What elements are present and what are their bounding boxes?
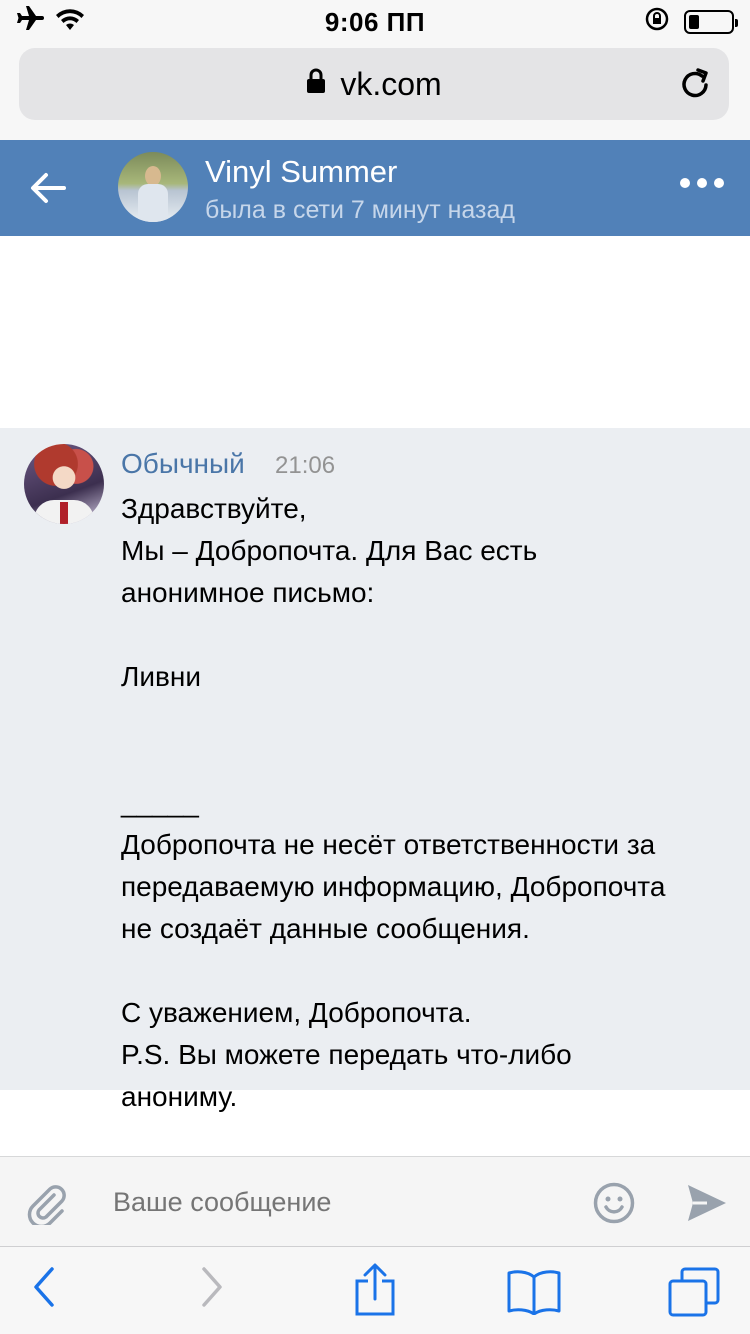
message-history: Обычный 21:06 Здравствуйте, Мы – Добропоч… bbox=[0, 236, 750, 1156]
battery-level bbox=[689, 14, 699, 29]
forward-icon[interactable] bbox=[200, 1267, 224, 1312]
back-icon[interactable] bbox=[32, 1267, 56, 1312]
more-options-icon[interactable] bbox=[680, 178, 724, 188]
tabs-icon[interactable] bbox=[668, 1267, 720, 1322]
browser-toolbar bbox=[0, 1246, 750, 1334]
message-input[interactable] bbox=[113, 1187, 553, 1218]
message-line: анониму. bbox=[121, 1081, 238, 1112]
contact-presence: была в сети 7 минут назад bbox=[205, 196, 515, 224]
contact-avatar[interactable] bbox=[118, 152, 188, 222]
message-line bbox=[121, 614, 741, 656]
orientation-lock-icon bbox=[644, 6, 670, 37]
reload-icon[interactable] bbox=[679, 66, 711, 105]
bookmarks-icon[interactable] bbox=[507, 1269, 561, 1320]
status-bar: 9:06 ПП bbox=[0, 0, 750, 40]
lock-icon bbox=[306, 65, 326, 102]
message-text: Здравствуйте, Мы – Добропочта. Для Вас ес… bbox=[121, 488, 741, 1118]
message-composer bbox=[0, 1156, 750, 1246]
paperclip-icon[interactable] bbox=[24, 1181, 68, 1230]
share-icon[interactable] bbox=[354, 1263, 396, 1322]
battery-icon bbox=[684, 9, 738, 34]
message-line: _____ bbox=[121, 787, 199, 818]
chat-header: Vinyl Summer была в сети 7 минут назад bbox=[0, 140, 750, 236]
message-line bbox=[121, 698, 741, 740]
message-item: Обычный 21:06 Здравствуйте, Мы – Добропоч… bbox=[0, 428, 750, 1112]
emoji-icon[interactable] bbox=[592, 1181, 636, 1230]
message-line: Здравствуйте, bbox=[121, 493, 307, 524]
message-line: не создаёт данные сообщения. bbox=[121, 913, 530, 944]
message-line: анонимное письмо: bbox=[121, 577, 375, 608]
clock: 9:06 ПП bbox=[324, 7, 426, 37]
message-line: Добропочта не несёт ответственности за bbox=[121, 829, 656, 860]
message-time: 21:06 bbox=[275, 452, 336, 479]
message-line: P.S. Вы можете передать что-либо bbox=[121, 1039, 572, 1070]
sender-avatar[interactable] bbox=[24, 444, 104, 524]
message-line bbox=[121, 740, 741, 782]
contact-name[interactable]: Vinyl Summer bbox=[205, 154, 397, 190]
message-line: Мы – Добропочта. Для Вас есть bbox=[121, 535, 538, 566]
message-line bbox=[121, 950, 741, 992]
address-bar[interactable]: vk.com bbox=[19, 48, 729, 120]
message-line: Ливни bbox=[121, 661, 201, 692]
message-author[interactable]: Обычный bbox=[121, 448, 245, 480]
message-line: С уважением, Добропочта. bbox=[121, 997, 472, 1028]
back-arrow-icon[interactable] bbox=[28, 170, 68, 206]
message-line: передаваемую информацию, Добропочта bbox=[121, 871, 666, 902]
send-icon[interactable] bbox=[686, 1183, 728, 1228]
url-text: vk.com bbox=[340, 66, 442, 102]
